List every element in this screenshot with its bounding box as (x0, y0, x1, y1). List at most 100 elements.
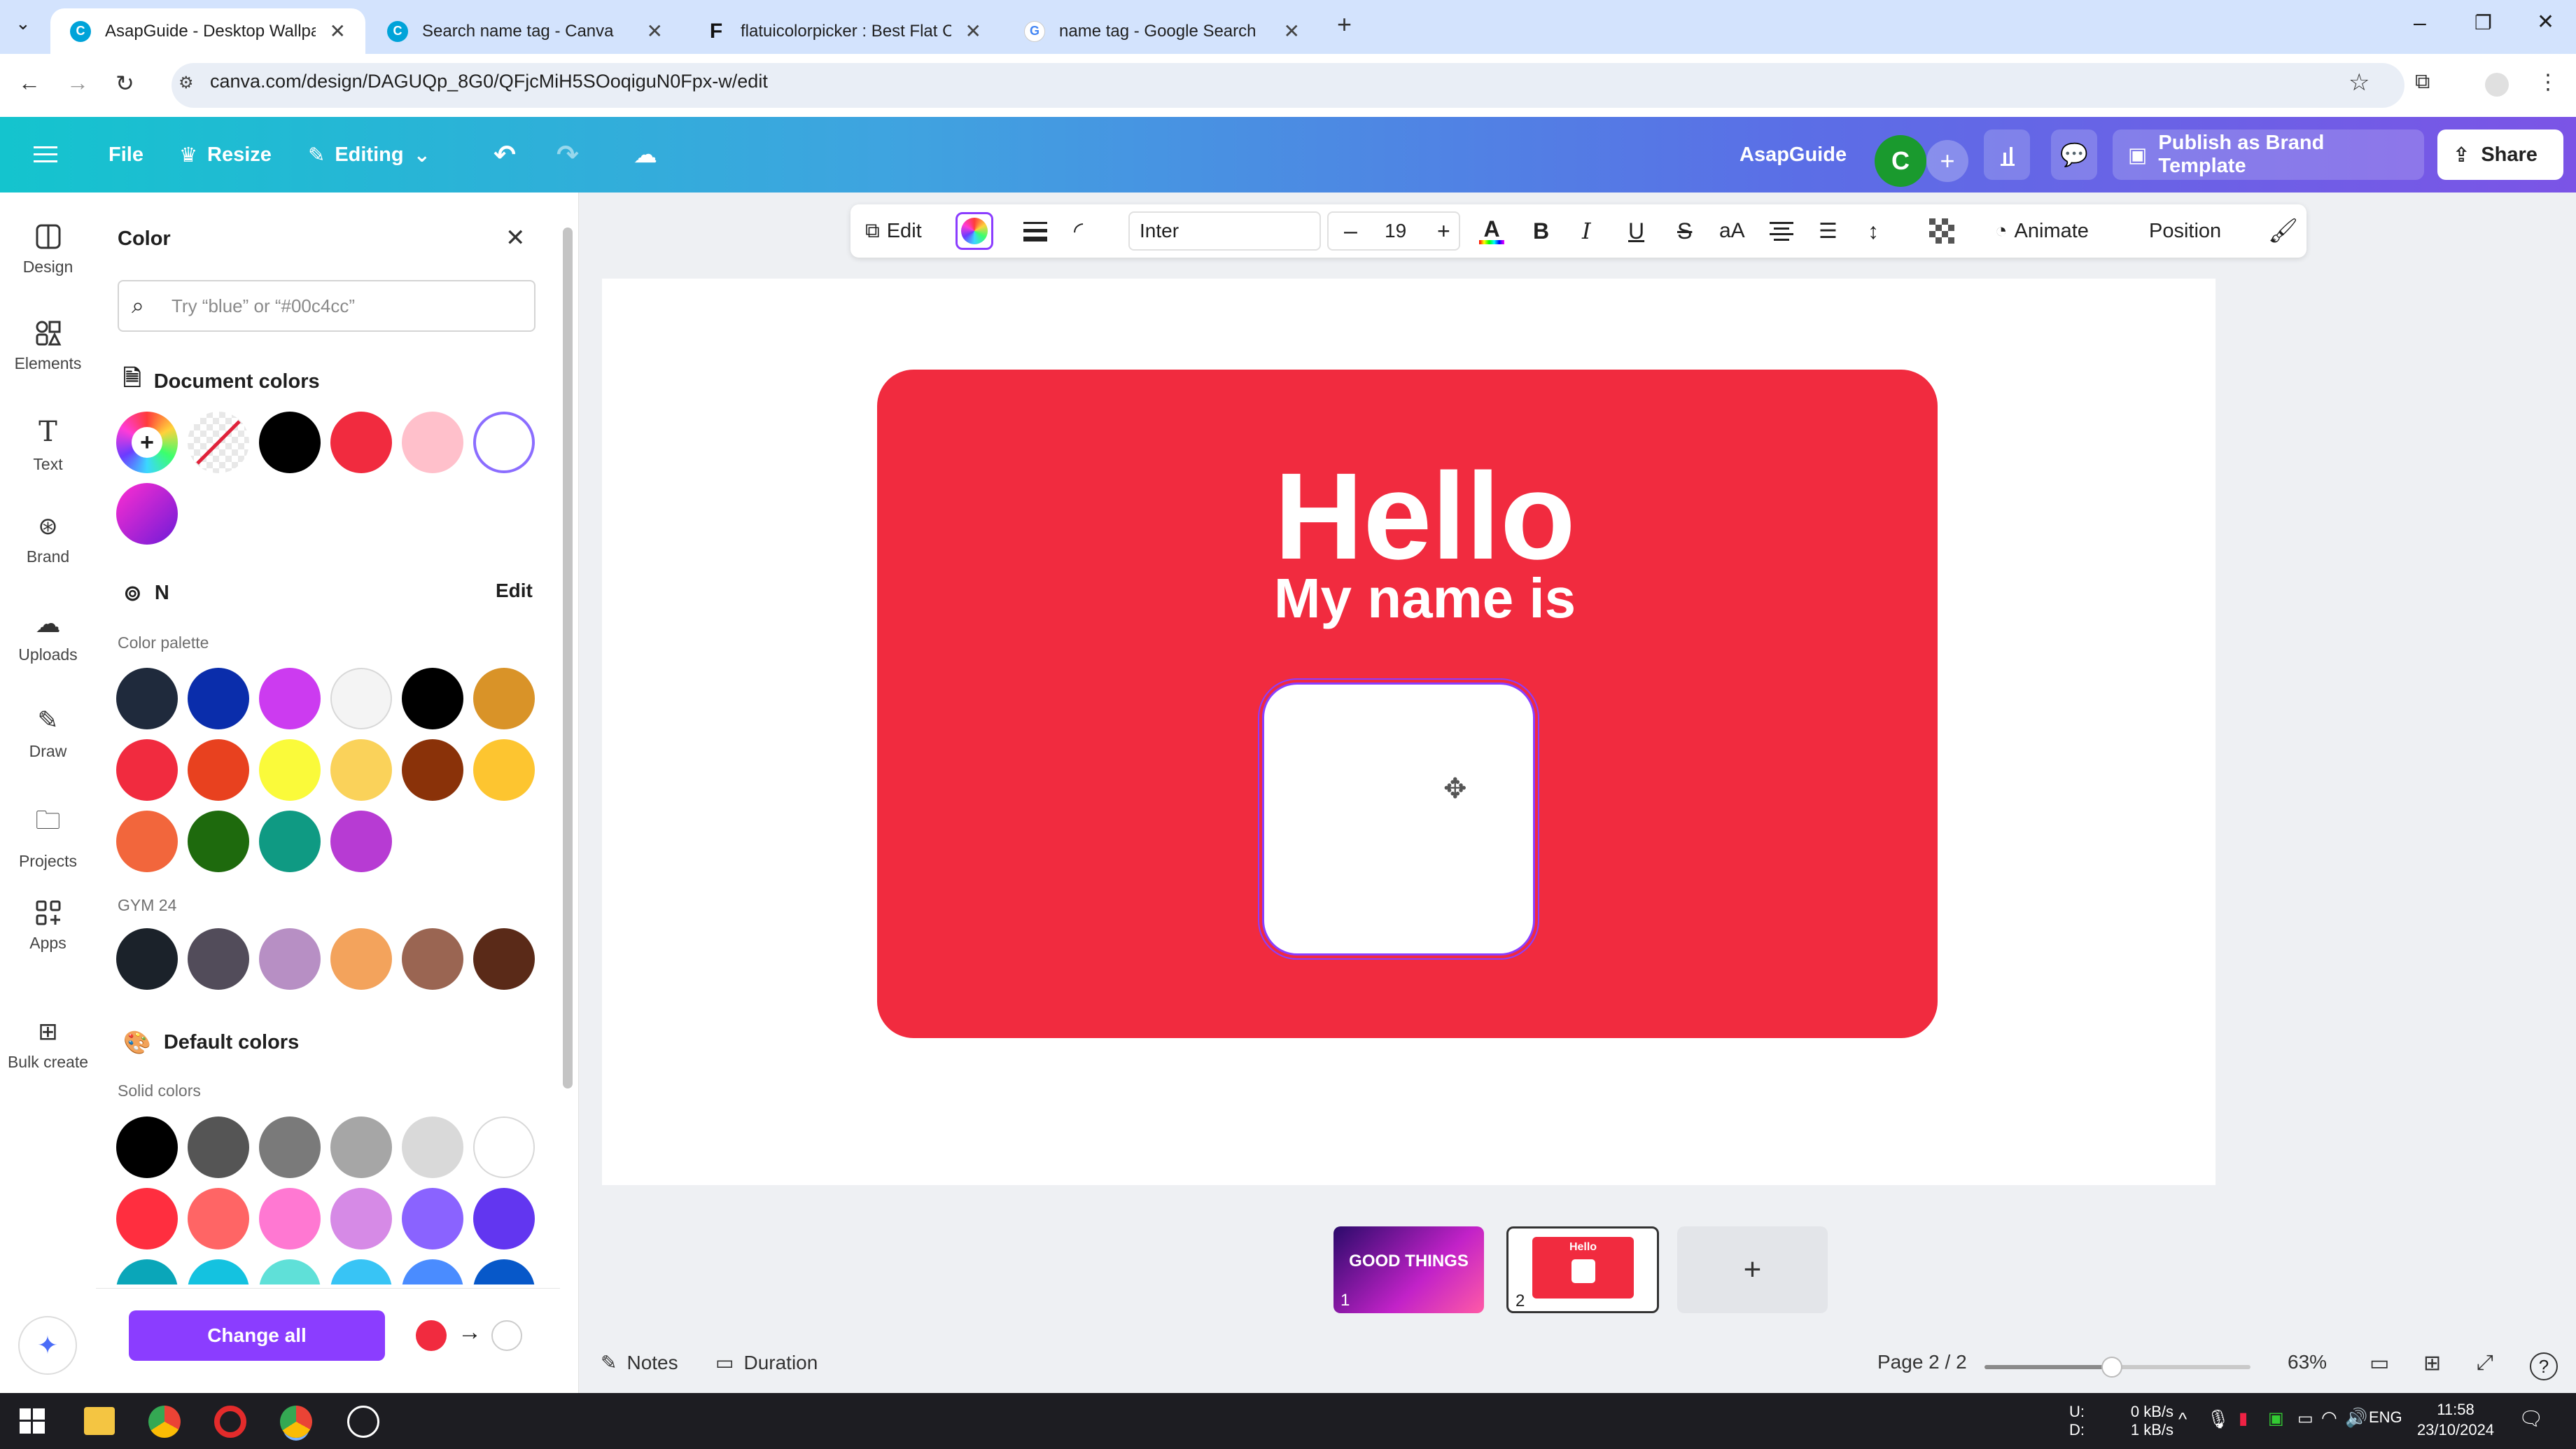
bold-icon[interactable]: B (1533, 204, 1549, 258)
solid-swatch[interactable] (259, 1188, 321, 1250)
add-page-button[interactable]: + (1677, 1226, 1828, 1313)
palette-swatch[interactable] (330, 739, 392, 801)
rail-item-text[interactable]: T Text (0, 416, 96, 474)
solid-swatch[interactable] (188, 1188, 249, 1250)
edit-brand-link[interactable]: Edit (496, 580, 533, 602)
extensions-icon[interactable]: ⧉ (2415, 70, 2430, 94)
recorder-icon[interactable] (214, 1406, 246, 1438)
forward-icon[interactable]: → (66, 70, 89, 96)
transparent-swatch[interactable] (188, 412, 249, 473)
close-icon[interactable]: ✕ (1284, 20, 1300, 43)
grid-view-icon[interactable]: ⊞ (2423, 1351, 2441, 1376)
rail-item-design[interactable]: Design (0, 223, 96, 276)
profile-avatar[interactable] (2485, 73, 2509, 97)
zoom-slider[interactable] (1984, 1357, 2250, 1378)
strikethrough-icon[interactable]: S (1677, 204, 1692, 258)
scrollbar-thumb[interactable] (563, 227, 573, 1088)
solid-swatch[interactable] (116, 1116, 178, 1178)
font-size-value[interactable]: 19 (1385, 204, 1406, 258)
magic-assistant-icon[interactable]: ✦ (18, 1316, 77, 1375)
insights-chart-icon[interactable] (1984, 130, 2030, 180)
rail-item-draw[interactable]: ✎ Draw (0, 706, 96, 761)
language-indicator[interactable]: ENG (2369, 1408, 2402, 1427)
windows-start-icon[interactable] (20, 1408, 45, 1434)
solid-swatch[interactable] (473, 1188, 535, 1250)
fullscreen-icon[interactable]: ⤢ (2477, 1351, 2493, 1375)
solid-swatch[interactable] (402, 1188, 463, 1250)
solid-swatch[interactable] (116, 1259, 178, 1284)
edit-button[interactable]: ⧉ Edit (865, 204, 922, 258)
new-tab-plus-icon[interactable]: + (1337, 10, 1352, 39)
position-button[interactable]: Position (2149, 204, 2221, 258)
close-icon[interactable]: ✕ (330, 20, 346, 43)
palette-swatch[interactable] (259, 811, 321, 872)
battery-icon[interactable]: ▭ (2297, 1408, 2314, 1429)
browser-tab[interactable]: F flatuicolorpicker : Best Flat Colo ✕ (686, 8, 1001, 54)
font-family-dropdown[interactable]: Inter (1128, 211, 1321, 251)
solid-swatch[interactable] (188, 1259, 249, 1284)
tray-app-icon[interactable]: ▮ (2239, 1408, 2248, 1429)
browser-menu-icon[interactable]: ⋮ (2538, 70, 2558, 94)
url-text[interactable]: canva.com/design/DAGUQp_8G0/QFjcMiH5SOoq… (210, 71, 768, 92)
rail-item-apps[interactable]: Apps (0, 899, 96, 953)
panel-scrollbar[interactable] (560, 206, 574, 1382)
color-picker-button[interactable] (955, 212, 993, 250)
corner-rounding-icon[interactable]: ◜ (1074, 204, 1083, 258)
solid-swatch[interactable] (259, 1259, 321, 1284)
solid-swatch[interactable] (330, 1116, 392, 1178)
page-indicator[interactable]: Page 2 / 2 (1877, 1351, 1967, 1373)
add-color-swatch[interactable]: + (116, 412, 178, 473)
close-icon[interactable]: ✕ (965, 20, 981, 43)
close-panel-icon[interactable]: ✕ (505, 224, 526, 252)
publish-brand-template-button[interactable]: ▣ Publish as Brand Template (2113, 130, 2424, 180)
palette-swatch[interactable] (116, 811, 178, 872)
letter-case-icon[interactable]: aA (1719, 204, 1745, 258)
duration-button[interactable]: ▭ Duration (715, 1351, 818, 1374)
hello-heading[interactable]: Hello (877, 455, 1973, 578)
palette-swatch[interactable] (330, 811, 392, 872)
solid-swatch[interactable] (330, 1259, 392, 1284)
gym-swatch[interactable] (259, 928, 321, 990)
chrome-active-icon[interactable] (280, 1406, 312, 1438)
document-color-swatch[interactable] (473, 412, 535, 473)
team-name[interactable]: AsapGuide (1740, 117, 1847, 192)
list-icon[interactable]: ☰ (1819, 204, 1837, 258)
close-icon[interactable]: ✕ (647, 20, 663, 43)
notes-button[interactable]: ✎ Notes (601, 1351, 678, 1374)
solid-swatch[interactable] (473, 1259, 535, 1284)
taskbar-clock[interactable]: 11:58 23/10/2024 (2414, 1400, 2498, 1440)
palette-swatch[interactable] (402, 668, 463, 729)
palette-swatch[interactable] (259, 668, 321, 729)
chrome-icon[interactable] (148, 1406, 181, 1438)
share-button[interactable]: ⇪ Share (2437, 130, 2563, 180)
resize-button[interactable]: ♛ Resize (179, 117, 272, 192)
align-center-icon[interactable] (1770, 204, 1793, 258)
italic-icon[interactable]: I (1582, 204, 1591, 258)
help-icon[interactable]: ? (2530, 1352, 2558, 1380)
gym-swatch[interactable] (330, 928, 392, 990)
editing-mode-dropdown[interactable]: ✎ Editing ⌄ (308, 117, 430, 192)
underline-icon[interactable]: U (1628, 204, 1644, 258)
document-color-swatch[interactable] (402, 412, 463, 473)
palette-swatch[interactable] (188, 811, 249, 872)
microphone-icon[interactable]: 🎙 (2206, 1408, 2230, 1430)
copy-style-icon[interactable]: 🖌 (2268, 204, 2298, 258)
palette-swatch[interactable] (473, 668, 535, 729)
gym-swatch[interactable] (473, 928, 535, 990)
user-avatar[interactable]: C (1875, 135, 1926, 187)
undo-icon[interactable]: ↶ (493, 117, 516, 192)
border-style-icon[interactable] (1023, 204, 1047, 258)
rail-item-brand[interactable]: ⊛ Brand (0, 512, 96, 566)
page-thumbnail-1[interactable]: GOOD THINGS 1 (1334, 1226, 1484, 1313)
gym-swatch[interactable] (116, 928, 178, 990)
solid-swatch[interactable] (188, 1116, 249, 1178)
tray-app-green-icon[interactable]: ▣ (2268, 1408, 2284, 1429)
solid-swatch[interactable] (402, 1116, 463, 1178)
cloud-saved-icon[interactable]: ☁ (634, 117, 657, 192)
increase-size-icon[interactable]: + (1437, 204, 1450, 258)
minimize-icon[interactable]: – (2414, 10, 2426, 36)
solid-swatch[interactable] (473, 1116, 535, 1178)
palette-swatch[interactable] (259, 739, 321, 801)
browser-tab[interactable]: G name tag - Google Search ✕ (1004, 8, 1320, 54)
file-explorer-icon[interactable] (84, 1407, 115, 1435)
